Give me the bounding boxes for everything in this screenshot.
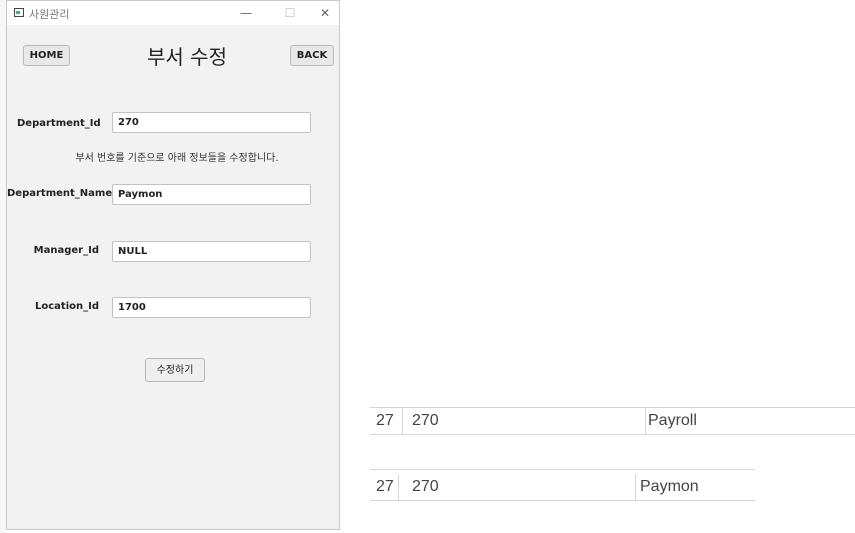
app-window-icon bbox=[14, 8, 24, 17]
department-id-cell: 270 bbox=[412, 412, 439, 429]
department-name-input[interactable] bbox=[112, 184, 311, 205]
cell-divider bbox=[402, 408, 403, 434]
location-id-label: Location_Id bbox=[35, 301, 99, 312]
title-bar: 사원관리 — ☐ ✕ bbox=[7, 1, 339, 25]
app-window: 사원관리 — ☐ ✕ HOME 부서 수정 BACK Department_Id… bbox=[6, 0, 340, 530]
row-number-cell: 27 bbox=[376, 478, 394, 495]
manager-id-input[interactable] bbox=[112, 241, 311, 262]
table-row[interactable]: 27 270 Paymon bbox=[370, 474, 755, 501]
home-button[interactable]: HOME bbox=[23, 45, 70, 66]
department-id-input[interactable] bbox=[112, 112, 311, 133]
department-id-cell: 270 bbox=[412, 478, 439, 495]
maximize-button[interactable]: ☐ bbox=[280, 5, 300, 21]
department-name-label: Department_Name bbox=[7, 188, 113, 199]
row-divider bbox=[370, 469, 755, 470]
department-name-cell: Payroll bbox=[648, 412, 697, 429]
table-row[interactable]: 27 270 Payroll bbox=[370, 407, 855, 435]
cell-divider bbox=[398, 474, 399, 500]
location-id-input[interactable] bbox=[112, 297, 311, 318]
page-title: 부서 수정 bbox=[147, 45, 227, 69]
window-title: 사원관리 bbox=[29, 8, 70, 21]
manager-id-label: Manager_Id bbox=[33, 245, 99, 256]
cell-divider bbox=[635, 474, 636, 500]
cell-divider bbox=[645, 408, 646, 434]
department-id-label: Department_Id bbox=[17, 118, 101, 129]
submit-update-button[interactable]: 수정하기 bbox=[145, 358, 205, 382]
department-name-cell: Paymon bbox=[640, 478, 699, 495]
back-button[interactable]: BACK bbox=[290, 45, 334, 66]
row-number-cell: 27 bbox=[376, 412, 394, 429]
instruction-text: 부서 번호를 기준으로 아래 정보들을 수정합니다. bbox=[75, 153, 279, 164]
minimize-button[interactable]: — bbox=[236, 5, 256, 21]
close-button[interactable]: ✕ bbox=[315, 5, 335, 21]
